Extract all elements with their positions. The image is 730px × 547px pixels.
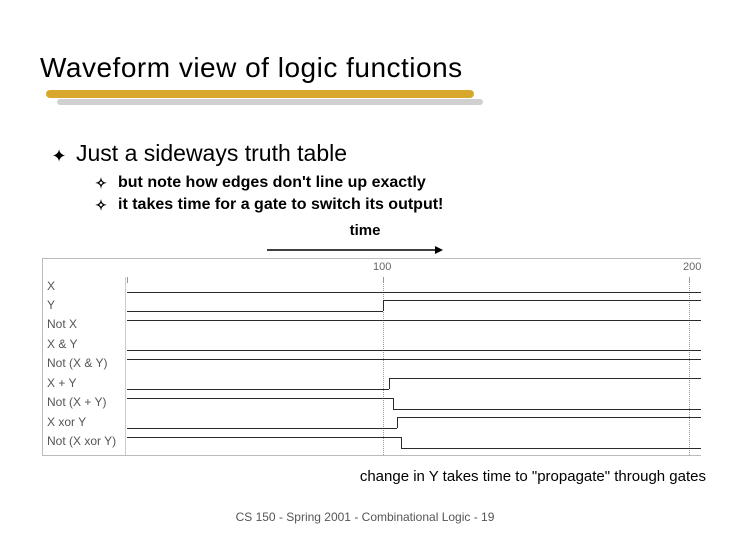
table-row: X xor Y bbox=[43, 413, 701, 431]
row-label: Not (X & Y) bbox=[47, 356, 107, 370]
bullet-icon: ✧ bbox=[92, 197, 110, 214]
title-underline-shadow bbox=[50, 90, 480, 104]
caption: change in Y takes time to "propagate" th… bbox=[360, 468, 706, 485]
slide-title: Waveform view of logic functions bbox=[40, 52, 463, 84]
bullet-main-text: Just a sideways truth table bbox=[76, 140, 347, 167]
table-row: Not (X & Y) bbox=[43, 354, 701, 372]
table-row: X + Y bbox=[43, 374, 701, 392]
table-row: X & Y bbox=[43, 335, 701, 353]
row-label: Not (X + Y) bbox=[47, 395, 106, 409]
slide-footer: CS 150 - Spring 2001 - Combinational Log… bbox=[0, 510, 730, 524]
bullet-sub1-text: but note how edges don't line up exactly bbox=[118, 174, 426, 192]
row-label: Not (X xor Y) bbox=[47, 434, 116, 448]
row-label: Not X bbox=[47, 317, 77, 331]
time-label: time bbox=[0, 222, 730, 239]
row-label: X bbox=[47, 279, 55, 293]
table-row: Y bbox=[43, 296, 701, 314]
waveform-diagram: 100 200 bbox=[42, 258, 701, 456]
table-row: Not (X xor Y) bbox=[43, 432, 701, 450]
tick-100-label: 100 bbox=[373, 261, 391, 273]
bullet-main: ✦ Just a sideways truth table bbox=[50, 140, 347, 167]
row-label: X xor Y bbox=[47, 415, 86, 429]
table-row: X bbox=[43, 277, 701, 295]
tick-200-label: 200 bbox=[683, 261, 701, 273]
bullet-sub-1: ✧ but note how edges don't line up exact… bbox=[92, 174, 426, 192]
slide: Waveform view of logic functions ✦ Just … bbox=[0, 0, 730, 547]
row-label: X + Y bbox=[47, 376, 76, 390]
row-label: Y bbox=[47, 298, 55, 312]
table-row: Not (X + Y) bbox=[43, 393, 701, 411]
bullet-icon: ✧ bbox=[92, 175, 110, 192]
bullet-sub2-text: it takes time for a gate to switch its o… bbox=[118, 196, 443, 214]
row-label: X & Y bbox=[47, 337, 77, 351]
bullet-sub-2: ✧ it takes time for a gate to switch its… bbox=[92, 196, 443, 214]
time-arrow-icon bbox=[265, 244, 445, 256]
bullet-icon: ✦ bbox=[50, 146, 68, 167]
table-row: Not X bbox=[43, 315, 701, 333]
